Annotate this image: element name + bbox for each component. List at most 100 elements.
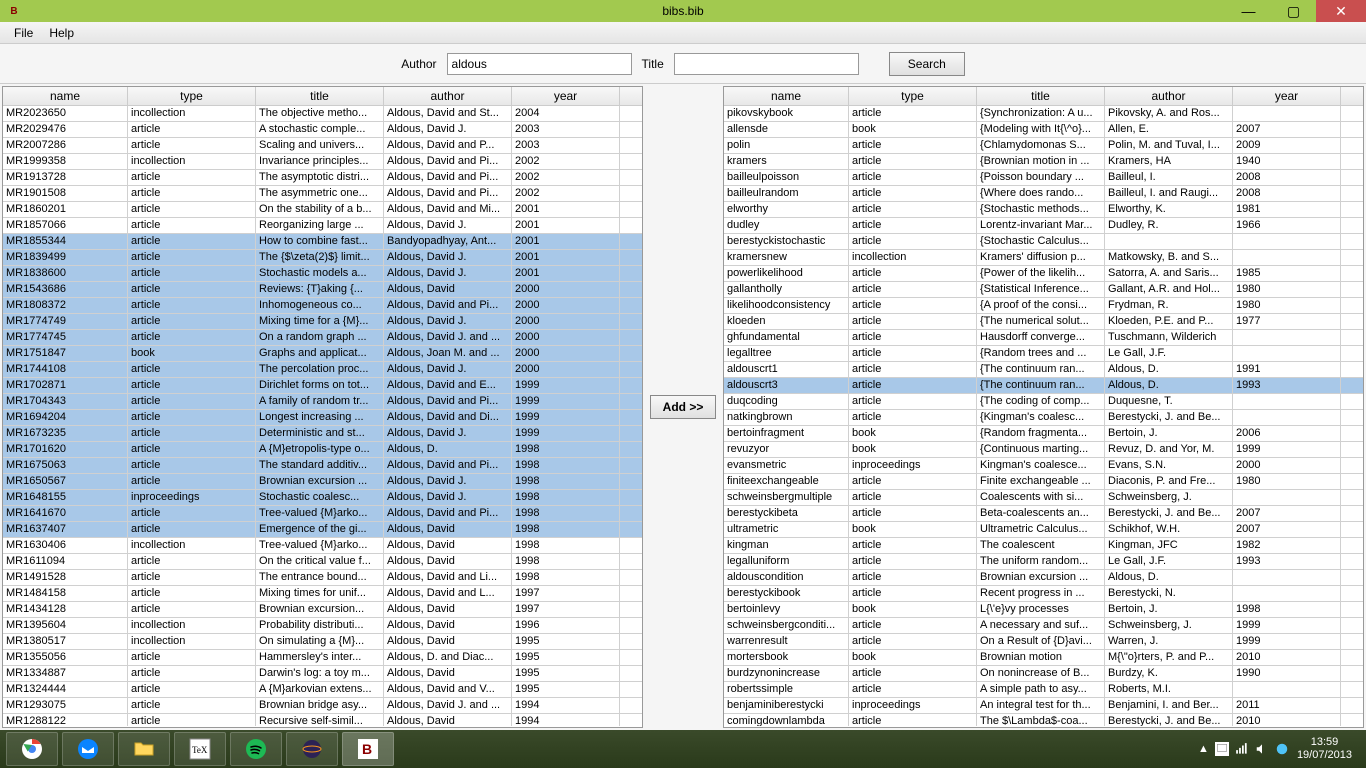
table-row[interactable]: MR1611094articleOn the critical value f.… [3,554,642,570]
table-row[interactable]: polinarticle{Chlamydomonas S...Polin, M.… [724,138,1363,154]
table-row[interactable]: MR1637407articleEmergence of the gi...Al… [3,522,642,538]
table-row[interactable]: MR1288122articleRecursive self-simil...A… [3,714,642,726]
table-row[interactable]: berestyckibetaarticleBeta-coalescents an… [724,506,1363,522]
table-row[interactable]: MR1491528articleThe entrance bound...Ald… [3,570,642,586]
wifi-icon[interactable] [1235,742,1249,756]
table-row[interactable]: aldouscrt1article{The continuum ran...Al… [724,362,1363,378]
table-row[interactable]: MR1650567articleBrownian excursion ...Al… [3,474,642,490]
menu-help[interactable]: Help [41,24,82,42]
table-row[interactable]: MR1630406incollectionTree-valued {M}arko… [3,538,642,554]
table-row[interactable]: kramersarticle{Brownian motion in ...Kra… [724,154,1363,170]
table-row[interactable]: kloedenarticle{The numerical solut...Klo… [724,314,1363,330]
col-header-type[interactable]: type [849,87,977,105]
table-row[interactable]: MR1774745articleOn a random graph ...Ald… [3,330,642,346]
table-row[interactable]: MR1913728articleThe asymptotic distri...… [3,170,642,186]
table-row[interactable]: burdzynonincreasearticleOn nonincrease o… [724,666,1363,682]
table-row[interactable]: kingmanarticleThe coalescentKingman, JFC… [724,538,1363,554]
table-row[interactable]: robertssimplearticleA simple path to asy… [724,682,1363,698]
table-row[interactable]: MR1694204articleLongest increasing ...Al… [3,410,642,426]
table-row[interactable]: MR1395604incollectionProbability distrib… [3,618,642,634]
taskbar-spotify[interactable] [230,732,282,766]
table-row[interactable]: MR1855344articleHow to combine fast...Ba… [3,234,642,250]
table-row[interactable]: berestyckibookarticleRecent progress in … [724,586,1363,602]
table-row[interactable]: evansmetricinproceedingsKingman's coales… [724,458,1363,474]
col-header-year[interactable]: year [512,87,620,105]
table-row[interactable]: gallanthollyarticle{Statistical Inferenc… [724,282,1363,298]
table-row[interactable]: MR1751847bookGraphs and applicat...Aldou… [3,346,642,362]
table-row[interactable]: duqcodingarticle{The coding of comp...Du… [724,394,1363,410]
table-row[interactable]: revuzyorbook{Continuous marting...Revuz,… [724,442,1363,458]
table-row[interactable]: MR1648155inproceedingsStochastic coalesc… [3,490,642,506]
left-table-body[interactable]: MR2023650incollectionThe objective metho… [3,106,642,726]
table-row[interactable]: aldousconditionarticleBrownian excursion… [724,570,1363,586]
table-row[interactable]: berestyckistochasticarticle{Stochastic C… [724,234,1363,250]
table-row[interactable]: MR1838600articleStochastic models a...Al… [3,266,642,282]
table-row[interactable]: powerlikelihoodarticle{Power of the like… [724,266,1363,282]
table-row[interactable]: MR1675063articleThe standard additiv...A… [3,458,642,474]
table-row[interactable]: MR2023650incollectionThe objective metho… [3,106,642,122]
tray-chevron-icon[interactable]: ▲ [1198,743,1209,755]
col-header-title[interactable]: title [977,87,1105,105]
table-row[interactable]: kramersnewincollectionKramers' diffusion… [724,250,1363,266]
table-row[interactable]: MR1673235articleDeterministic and st...A… [3,426,642,442]
table-row[interactable]: finiteexchangeablearticleFinite exchange… [724,474,1363,490]
table-row[interactable]: legalltreearticle{Random trees and ...Le… [724,346,1363,362]
table-row[interactable]: schweinsbergmultiplearticleCoalescents w… [724,490,1363,506]
table-row[interactable]: MR1324444articleA {M}arkovian extens...A… [3,682,642,698]
table-row[interactable]: benjaminiberestyckiinproceedingsAn integ… [724,698,1363,714]
title-input[interactable] [674,53,859,75]
table-row[interactable]: MR1857066articleReorganizing large ...Al… [3,218,642,234]
table-row[interactable]: MR1701620articleA {M}etropolis-type o...… [3,442,642,458]
table-row[interactable]: MR1702871articleDirichlet forms on tot..… [3,378,642,394]
table-row[interactable]: MR1641670articleTree-valued {M}arko...Al… [3,506,642,522]
table-row[interactable]: MR1860201articleOn the stability of a b.… [3,202,642,218]
col-header-author[interactable]: author [384,87,512,105]
flag-icon[interactable] [1215,742,1229,756]
table-row[interactable]: MR2007286articleScaling and univers...Al… [3,138,642,154]
table-row[interactable]: bertoinlevybookL{\'e}vy processesBertoin… [724,602,1363,618]
col-header-year[interactable]: year [1233,87,1341,105]
table-row[interactable]: legalluniformarticleThe uniform random..… [724,554,1363,570]
table-row[interactable]: schweinsbergconditi...articleA necessary… [724,618,1363,634]
taskbar-eclipse[interactable] [286,732,338,766]
table-row[interactable]: elworthyarticle{Stochastic methods...Elw… [724,202,1363,218]
close-button[interactable]: ✕ [1316,0,1366,22]
col-header-name[interactable]: name [3,87,128,105]
table-row[interactable]: MR1704343articleA family of random tr...… [3,394,642,410]
table-row[interactable]: MR1774749articleMixing time for a {M}...… [3,314,642,330]
table-row[interactable]: MR1999358incollectionInvariance principl… [3,154,642,170]
col-header-author[interactable]: author [1105,87,1233,105]
tray-clock[interactable]: 13:59 19/07/2013 [1297,736,1352,762]
table-row[interactable]: pikovskybookarticle{Synchronization: A u… [724,106,1363,122]
table-row[interactable]: MR2029476articleA stochastic comple...Al… [3,122,642,138]
table-row[interactable]: MR1484158articleMixing times for unif...… [3,586,642,602]
col-header-name[interactable]: name [724,87,849,105]
taskbar-explorer[interactable] [118,732,170,766]
table-row[interactable]: natkingbrownarticle{Kingman's coalesc...… [724,410,1363,426]
table-row[interactable]: MR1380517incollectionOn simulating a {M}… [3,634,642,650]
taskbar-tex[interactable]: TeX [174,732,226,766]
col-header-type[interactable]: type [128,87,256,105]
table-row[interactable]: MR1334887articleDarwin's log: a toy m...… [3,666,642,682]
table-row[interactable]: warrenresultarticleOn a Result of {D}avi… [724,634,1363,650]
globe-icon[interactable] [1275,742,1289,756]
taskbar-thunderbird[interactable] [62,732,114,766]
maximize-button[interactable]: ▢ [1271,0,1316,22]
table-row[interactable]: comingdownlambdaarticleThe $\Lambda$-coa… [724,714,1363,726]
table-row[interactable]: MR1839499articleThe {$\zeta(2)$} limit..… [3,250,642,266]
author-input[interactable] [447,53,632,75]
table-row[interactable]: bailleulrandomarticle{Where does rando..… [724,186,1363,202]
table-row[interactable]: dudleyarticleLorentz-invariant Mar...Dud… [724,218,1363,234]
menu-file[interactable]: File [6,24,41,42]
volume-icon[interactable] [1255,742,1269,756]
taskbar-chrome[interactable] [6,732,58,766]
table-row[interactable]: bertoinfragmentbook{Random fragmenta...B… [724,426,1363,442]
table-row[interactable]: ghfundamentalarticleHausdorff converge..… [724,330,1363,346]
table-row[interactable]: aldouscrt3article{The continuum ran...Al… [724,378,1363,394]
table-row[interactable]: MR1901508articleThe asymmetric one...Ald… [3,186,642,202]
table-row[interactable]: MR1744108articleThe percolation proc...A… [3,362,642,378]
table-row[interactable]: MR1543686articleReviews: {T}aking {...Al… [3,282,642,298]
right-table-body[interactable]: pikovskybookarticle{Synchronization: A u… [724,106,1363,726]
search-button[interactable]: Search [889,52,965,76]
add-button[interactable]: Add >> [650,395,717,419]
